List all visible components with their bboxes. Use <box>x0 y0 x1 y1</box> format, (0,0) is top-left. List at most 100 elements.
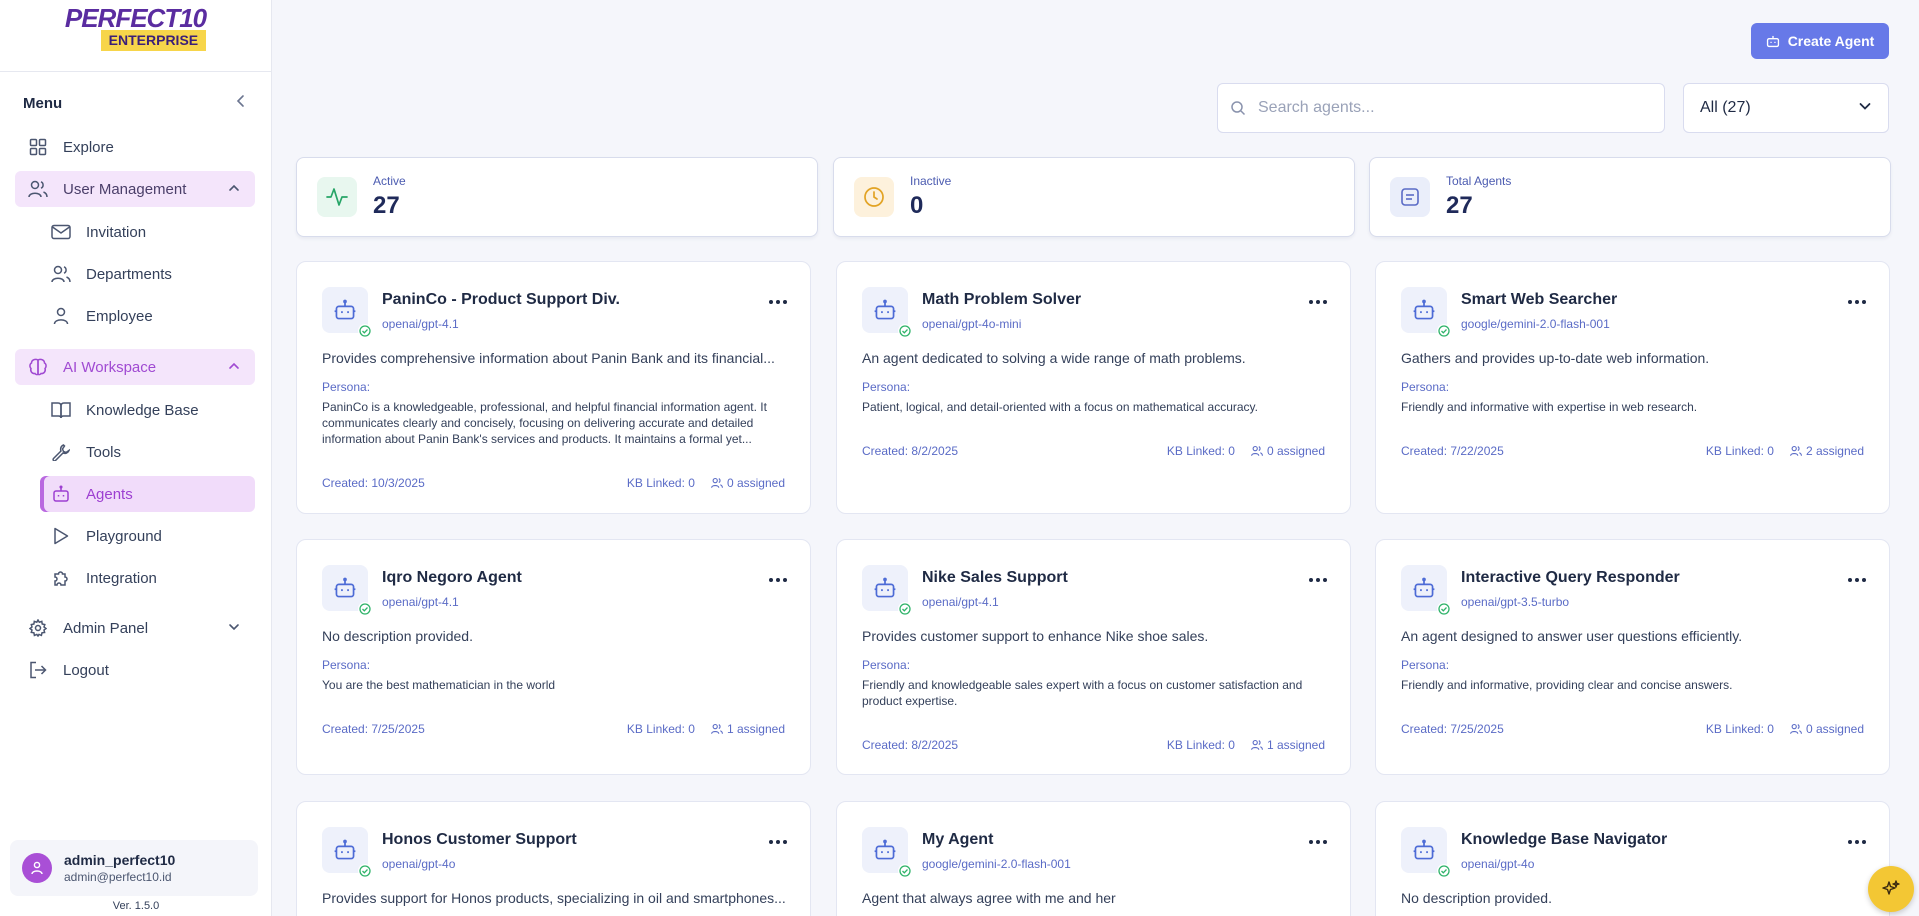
sidebar-item-ai-workspace[interactable]: AI Workspace <box>15 349 255 385</box>
agent-model: openai/gpt-4.1 <box>922 595 999 609</box>
sidebar-item-label: Departments <box>86 265 172 283</box>
agent-model: openai/gpt-4.1 <box>382 595 459 609</box>
agent-model: openai/gpt-3.5-turbo <box>1461 595 1570 609</box>
agent-card[interactable]: Math Problem Solver openai/gpt-4o-mini A… <box>836 261 1351 514</box>
agent-name: Nike Sales Support <box>922 569 1068 586</box>
users-icon <box>27 178 49 200</box>
sidebar-item-label: Explore <box>63 138 114 156</box>
clock-icon <box>854 177 894 217</box>
sidebar-item-logout[interactable]: Logout <box>15 652 255 688</box>
more-options-icon[interactable] <box>765 570 791 590</box>
avatar <box>22 853 52 883</box>
sidebar-item-admin-panel[interactable]: Admin Panel <box>15 610 255 646</box>
agent-card[interactable]: My Agent google/gemini-2.0-flash-001 Age… <box>836 801 1351 916</box>
agent-meta: Created: 8/2/2025 KB Linked: 0 1 assigned <box>862 738 1325 752</box>
created-date: Created: 7/22/2025 <box>1401 444 1504 458</box>
search-input[interactable] <box>1258 99 1638 117</box>
wrench-icon <box>50 441 72 463</box>
stat-value: 27 <box>1446 192 1473 219</box>
sidebar-item-knowledge-base[interactable]: Knowledge Base <box>40 392 255 428</box>
agent-meta: Created: 7/25/2025 KB Linked: 0 1 assigne… <box>322 722 785 736</box>
activity-icon <box>317 177 357 217</box>
assigned-count: 1 assigned <box>1266 738 1325 752</box>
agent-card[interactable]: Honos Customer Support openai/gpt-4o Pro… <box>296 801 811 916</box>
agent-card[interactable]: Knowledge Base Navigator openai/gpt-4o N… <box>1375 801 1890 916</box>
agent-description: Provides customer support to enhance Nik… <box>862 628 1209 644</box>
sidebar-item-label: Logout <box>63 661 109 679</box>
persona-label: Persona: <box>322 380 371 394</box>
sidebar-item-label: Invitation <box>86 223 147 241</box>
agent-name: Smart Web Searcher <box>1461 291 1618 308</box>
agent-card[interactable]: Nike Sales Support openai/gpt-4.1 Provid… <box>836 539 1351 775</box>
agent-card[interactable]: Smart Web Searcher google/gemini-2.0-fla… <box>1375 261 1890 514</box>
create-agent-button[interactable]: Create Agent <box>1751 23 1889 59</box>
agent-persona: Patient, logical, and detail-oriented wi… <box>862 400 1258 414</box>
sidebar-item-explore[interactable]: Explore <box>15 129 255 165</box>
persona-label: Persona: <box>322 658 371 672</box>
assistant-sparkle-button[interactable] <box>1868 866 1914 912</box>
brand-logo-main: PERFECT10 <box>64 3 207 33</box>
more-options-icon[interactable] <box>1305 570 1331 590</box>
kb-linked: KB Linked: 0 <box>1705 722 1774 736</box>
stat-label: Inactive <box>910 174 952 188</box>
sidebar-item-departments[interactable]: Departments <box>40 256 255 292</box>
sidebar-item-tools[interactable]: Tools <box>40 434 255 470</box>
sparkles-icon <box>1882 880 1900 895</box>
users-icon <box>50 263 72 285</box>
agent-description: Agent that always agree with me and her <box>862 890 1116 906</box>
more-options-icon[interactable] <box>1844 292 1870 312</box>
sidebar-item-integration[interactable]: Integration <box>40 560 255 596</box>
agent-persona: Friendly and knowledgeable sales expert … <box>862 678 1303 708</box>
user-profile[interactable]: admin_perfect10 admin@perfect10.id <box>10 840 258 896</box>
mail-icon <box>50 221 72 243</box>
status-filter-value: All (27) <box>1700 99 1751 116</box>
puzzle-icon <box>50 567 72 589</box>
sidebar-item-playground[interactable]: Playground <box>40 518 255 554</box>
more-options-icon[interactable] <box>1305 292 1331 312</box>
stat-label: Total Agents <box>1446 174 1512 188</box>
agent-name: Interactive Query Responder <box>1461 569 1680 586</box>
online-status-icon <box>898 602 912 616</box>
assigned-count: 0 assigned <box>726 476 785 490</box>
search-box[interactable] <box>1217 83 1665 133</box>
agent-model: openai/gpt-4.1 <box>382 317 459 331</box>
agent-name: My Agent <box>922 831 994 848</box>
users-icon <box>711 477 723 488</box>
agent-name: Math Problem Solver <box>922 291 1082 308</box>
more-options-icon[interactable] <box>1844 570 1870 590</box>
brain-icon <box>27 356 49 378</box>
assigned-count: 2 assigned <box>1805 444 1864 458</box>
sidebar-item-agents[interactable]: Agents <box>40 476 255 512</box>
collapse-sidebar-icon[interactable] <box>234 94 248 112</box>
agent-card[interactable]: Interactive Query Responder openai/gpt-3… <box>1375 539 1890 775</box>
bot-icon <box>1766 34 1780 48</box>
app-version: Ver. 1.5.0 <box>112 900 160 912</box>
more-options-icon[interactable] <box>765 832 791 852</box>
status-filter-select[interactable]: All (27) <box>1683 83 1889 133</box>
sidebar-item-label: Knowledge Base <box>86 401 199 419</box>
assigned-count: 0 assigned <box>1266 444 1325 458</box>
agent-name: Honos Customer Support <box>382 831 577 848</box>
agent-card[interactable]: Iqro Negoro Agent openai/gpt-4.1 No desc… <box>296 539 811 775</box>
bot-icon <box>50 483 72 505</box>
chevron-down-icon <box>227 620 241 638</box>
more-options-icon[interactable] <box>765 292 791 312</box>
online-status-icon <box>898 324 912 338</box>
agent-description: Provides support for Honos products, spe… <box>322 890 786 906</box>
kb-linked: KB Linked: 0 <box>1166 738 1235 752</box>
sidebar-item-employee[interactable]: Employee <box>40 298 255 334</box>
more-options-icon[interactable] <box>1844 832 1870 852</box>
brand-logo[interactable]: PERFECT10 ENTERPRISE <box>0 0 271 72</box>
created-date: Created: 8/2/2025 <box>862 444 959 458</box>
sidebar-item-invitation[interactable]: Invitation <box>40 214 255 250</box>
agent-name: Iqro Negoro Agent <box>382 569 522 586</box>
agent-meta: Created: 10/3/2025 KB Linked: 0 0 assigne… <box>322 476 785 490</box>
assigned-count: 1 assigned <box>726 722 785 736</box>
create-agent-label: Create Agent <box>1787 33 1875 49</box>
created-date: Created: 7/25/2025 <box>322 722 425 736</box>
online-status-icon <box>358 324 372 338</box>
agent-card[interactable]: PaninCo - Product Support Div. openai/gp… <box>296 261 811 514</box>
more-options-icon[interactable] <box>1305 832 1331 852</box>
agent-description: An agent designed to answer user questio… <box>1401 628 1743 644</box>
sidebar-item-user-management[interactable]: User Management <box>15 171 255 207</box>
